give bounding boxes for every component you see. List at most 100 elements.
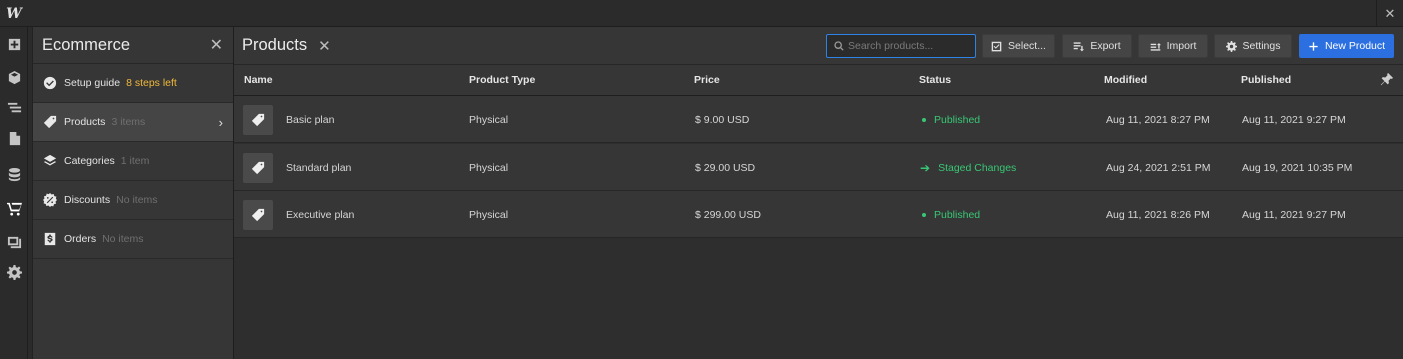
close-products-icon[interactable]: ✕ <box>318 37 331 55</box>
panel-item-label: Products <box>64 116 106 128</box>
product-price: $ 29.00 USD <box>695 161 756 174</box>
select-button-label: Select... <box>1008 40 1046 52</box>
select-button[interactable]: Select... <box>982 34 1055 58</box>
panel-item-setup-guide[interactable]: Setup guide 8 steps left <box>33 64 233 103</box>
plus-icon <box>1309 41 1318 51</box>
new-product-button-label: New Product <box>1324 40 1386 52</box>
settings-button-label: Settings <box>1242 40 1281 52</box>
layers-icon <box>43 154 57 168</box>
product-name[interactable]: Standard plan <box>286 144 351 191</box>
import-button[interactable]: Import <box>1138 34 1208 58</box>
export-button[interactable]: Export <box>1062 34 1132 58</box>
new-product-button[interactable]: New Product <box>1299 34 1394 58</box>
cms-icon[interactable] <box>0 161 28 187</box>
arrow-right-icon: ➔ <box>920 160 931 175</box>
webflow-logo[interactable]: W <box>0 0 28 27</box>
top-bar: W ✕ <box>0 0 1403 27</box>
close-icon[interactable]: ✕ <box>1376 0 1403 27</box>
product-type: Physical <box>469 208 509 221</box>
add-icon[interactable] <box>0 31 28 57</box>
product-published: Aug 19, 2021 10:35 PM <box>1242 161 1353 174</box>
search-box[interactable] <box>826 34 976 58</box>
status-dot-icon <box>922 212 926 217</box>
panel-item-label: Categories <box>64 155 115 167</box>
import-icon <box>1150 42 1161 51</box>
pin-icon[interactable] <box>1380 73 1393 86</box>
ecommerce-panel: Ecommerce ✕ Setup guide 8 steps left Pro… <box>32 27 234 359</box>
panel-item-count: 1 item <box>120 155 150 167</box>
page-title: Products <box>242 36 308 54</box>
products-view: Products ✕ Select... Export Import Setti… <box>234 27 1403 359</box>
product-modified: Aug 11, 2021 8:26 PM <box>1106 208 1210 221</box>
panel-header: Ecommerce ✕ <box>33 27 233 64</box>
table-header: Name Product Type Price Status Modified … <box>234 65 1403 96</box>
product-thumbnail <box>243 105 273 135</box>
product-type: Physical <box>469 113 509 126</box>
panel-item-label: Setup guide <box>64 77 121 89</box>
tag-icon <box>251 208 265 222</box>
panel-item-label: Orders <box>64 233 97 245</box>
panel-item-products[interactable]: Products 3 items › <box>33 103 233 142</box>
table-row[interactable]: Basic plan Physical $ 9.00 USD Published… <box>234 96 1403 143</box>
table-row[interactable]: Executive plan Physical $ 299.00 USD Pub… <box>234 191 1403 238</box>
product-published: Aug 11, 2021 9:27 PM <box>1242 113 1346 126</box>
product-status: Published <box>922 96 980 143</box>
panel-item-count: No items <box>116 194 158 206</box>
product-name[interactable]: Executive plan <box>286 191 354 238</box>
status-label: Published <box>934 113 981 126</box>
column-header-name[interactable]: Name <box>244 65 273 95</box>
panel-item-discounts[interactable]: Discounts No items <box>33 181 233 220</box>
settings-icon[interactable] <box>0 259 28 285</box>
navigator-icon[interactable] <box>0 94 28 120</box>
product-modified: Aug 11, 2021 8:27 PM <box>1106 113 1210 126</box>
product-name[interactable]: Basic plan <box>286 96 334 143</box>
check-circle-icon <box>43 76 57 90</box>
status-dot-icon <box>922 117 926 122</box>
receipt-icon <box>43 232 57 246</box>
ecommerce-icon[interactable] <box>0 195 28 221</box>
settings-button[interactable]: Settings <box>1214 34 1292 58</box>
box-icon[interactable] <box>0 64 28 90</box>
close-panel-icon[interactable]: ✕ <box>210 35 223 55</box>
panel-item-categories[interactable]: Categories 1 item <box>33 142 233 181</box>
panel-item-count: No items <box>102 233 144 245</box>
product-published: Aug 11, 2021 9:27 PM <box>1242 208 1346 221</box>
product-status: Published <box>922 191 980 238</box>
column-header-modified[interactable]: Modified <box>1104 65 1147 95</box>
discount-icon <box>43 193 57 207</box>
panel-item-count: 8 steps left <box>126 77 177 89</box>
export-button-label: Export <box>1090 40 1121 52</box>
table-row[interactable]: Standard plan Physical $ 29.00 USD ➔ Sta… <box>234 144 1403 191</box>
column-header-product-type[interactable]: Product Type <box>469 65 535 95</box>
product-type: Physical <box>469 161 509 174</box>
column-header-status[interactable]: Status <box>919 65 951 95</box>
tag-icon <box>251 161 265 175</box>
pages-icon[interactable] <box>0 125 28 151</box>
chevron-right-icon: › <box>218 114 223 130</box>
tag-icon <box>251 113 265 127</box>
tag-icon <box>43 115 57 129</box>
panel-title: Ecommerce <box>42 35 131 54</box>
search-icon <box>834 41 844 51</box>
panel-item-count: 3 items <box>111 116 146 128</box>
panel-item-label: Discounts <box>64 194 111 206</box>
assets-icon[interactable] <box>0 228 28 254</box>
product-thumbnail <box>243 200 273 230</box>
import-button-label: Import <box>1166 40 1197 52</box>
left-toolbar <box>0 27 28 359</box>
gear-icon <box>1225 40 1237 52</box>
column-header-published[interactable]: Published <box>1241 65 1291 95</box>
product-modified: Aug 24, 2021 2:51 PM <box>1106 161 1211 174</box>
panel-item-orders[interactable]: Orders No items <box>33 220 233 259</box>
product-thumbnail <box>243 153 273 183</box>
product-status: ➔ Staged Changes <box>920 144 1016 191</box>
status-label: Staged Changes <box>938 161 1017 174</box>
product-price: $ 9.00 USD <box>695 113 750 126</box>
status-label: Published <box>934 208 981 221</box>
search-input[interactable] <box>848 40 968 52</box>
checkbox-icon <box>991 41 1002 51</box>
products-header: Products ✕ Select... Export Import Setti… <box>234 27 1403 65</box>
column-header-price[interactable]: Price <box>694 65 720 95</box>
product-price: $ 299.00 USD <box>695 208 761 221</box>
export-icon <box>1074 41 1085 51</box>
